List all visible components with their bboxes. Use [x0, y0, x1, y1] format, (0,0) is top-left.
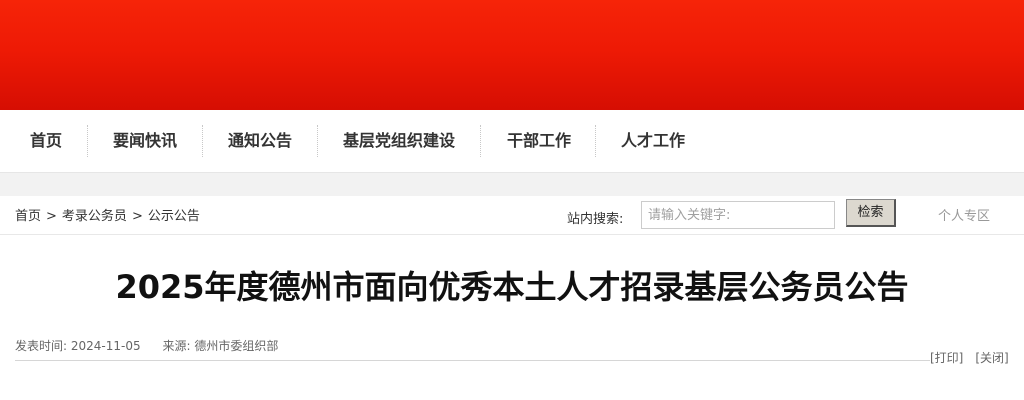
search-input[interactable]: [641, 201, 835, 229]
nav-divider: [595, 125, 596, 157]
nav-divider: [87, 125, 88, 157]
breadcrumb-civil-service[interactable]: 考录公务员: [62, 209, 127, 224]
publish-label: 发表时间:: [15, 339, 68, 353]
nav-item-news[interactable]: 要闻快讯: [113, 110, 177, 172]
header-banner: [0, 0, 1024, 110]
personal-zone-link[interactable]: 个人专区: [938, 205, 990, 224]
nav-divider: [202, 125, 203, 157]
source-value: 德州市委组织部: [194, 339, 279, 353]
article-tools: [打印] [关闭]: [930, 349, 1009, 366]
publish-date: 2024-11-05: [70, 339, 141, 353]
nav-divider: [317, 125, 318, 157]
close-button[interactable]: [关闭]: [975, 351, 1008, 365]
article-meta: 发表时间: 2024-11-05 来源: 德州市委组织部: [15, 337, 278, 354]
breadcrumb-separator: >: [46, 209, 57, 224]
nav-item-home[interactable]: 首页: [30, 110, 62, 172]
print-button[interactable]: [打印]: [930, 351, 963, 365]
nav-spacer-band: [0, 173, 1024, 196]
breadcrumb-home[interactable]: 首页: [15, 209, 41, 224]
meta-divider: [15, 360, 930, 361]
search-button[interactable]: 检索: [846, 199, 896, 227]
nav-item-cadre-work[interactable]: 干部工作: [507, 110, 571, 172]
nav-item-notices[interactable]: 通知公告: [228, 110, 292, 172]
breadcrumb-bar: 首页 > 考录公务员 > 公示公告 站内搜索: 检索 个人专区: [0, 196, 1024, 235]
nav-item-party-building[interactable]: 基层党组织建设: [343, 110, 455, 172]
breadcrumb: 首页 > 考录公务员 > 公示公告: [15, 205, 200, 224]
source-label: 来源:: [162, 339, 191, 353]
article-title: 2025年度德州市面向优秀本土人才招录基层公务员公告: [115, 268, 909, 306]
main-nav: 首页 要闻快讯 通知公告 基层党组织建设 干部工作 人才工作: [0, 110, 1024, 173]
breadcrumb-announcements[interactable]: 公示公告: [148, 209, 200, 224]
nav-divider: [480, 125, 481, 157]
search-label: 站内搜索:: [567, 212, 624, 227]
breadcrumb-separator: >: [131, 209, 143, 224]
nav-item-talent-work[interactable]: 人才工作: [621, 110, 685, 172]
